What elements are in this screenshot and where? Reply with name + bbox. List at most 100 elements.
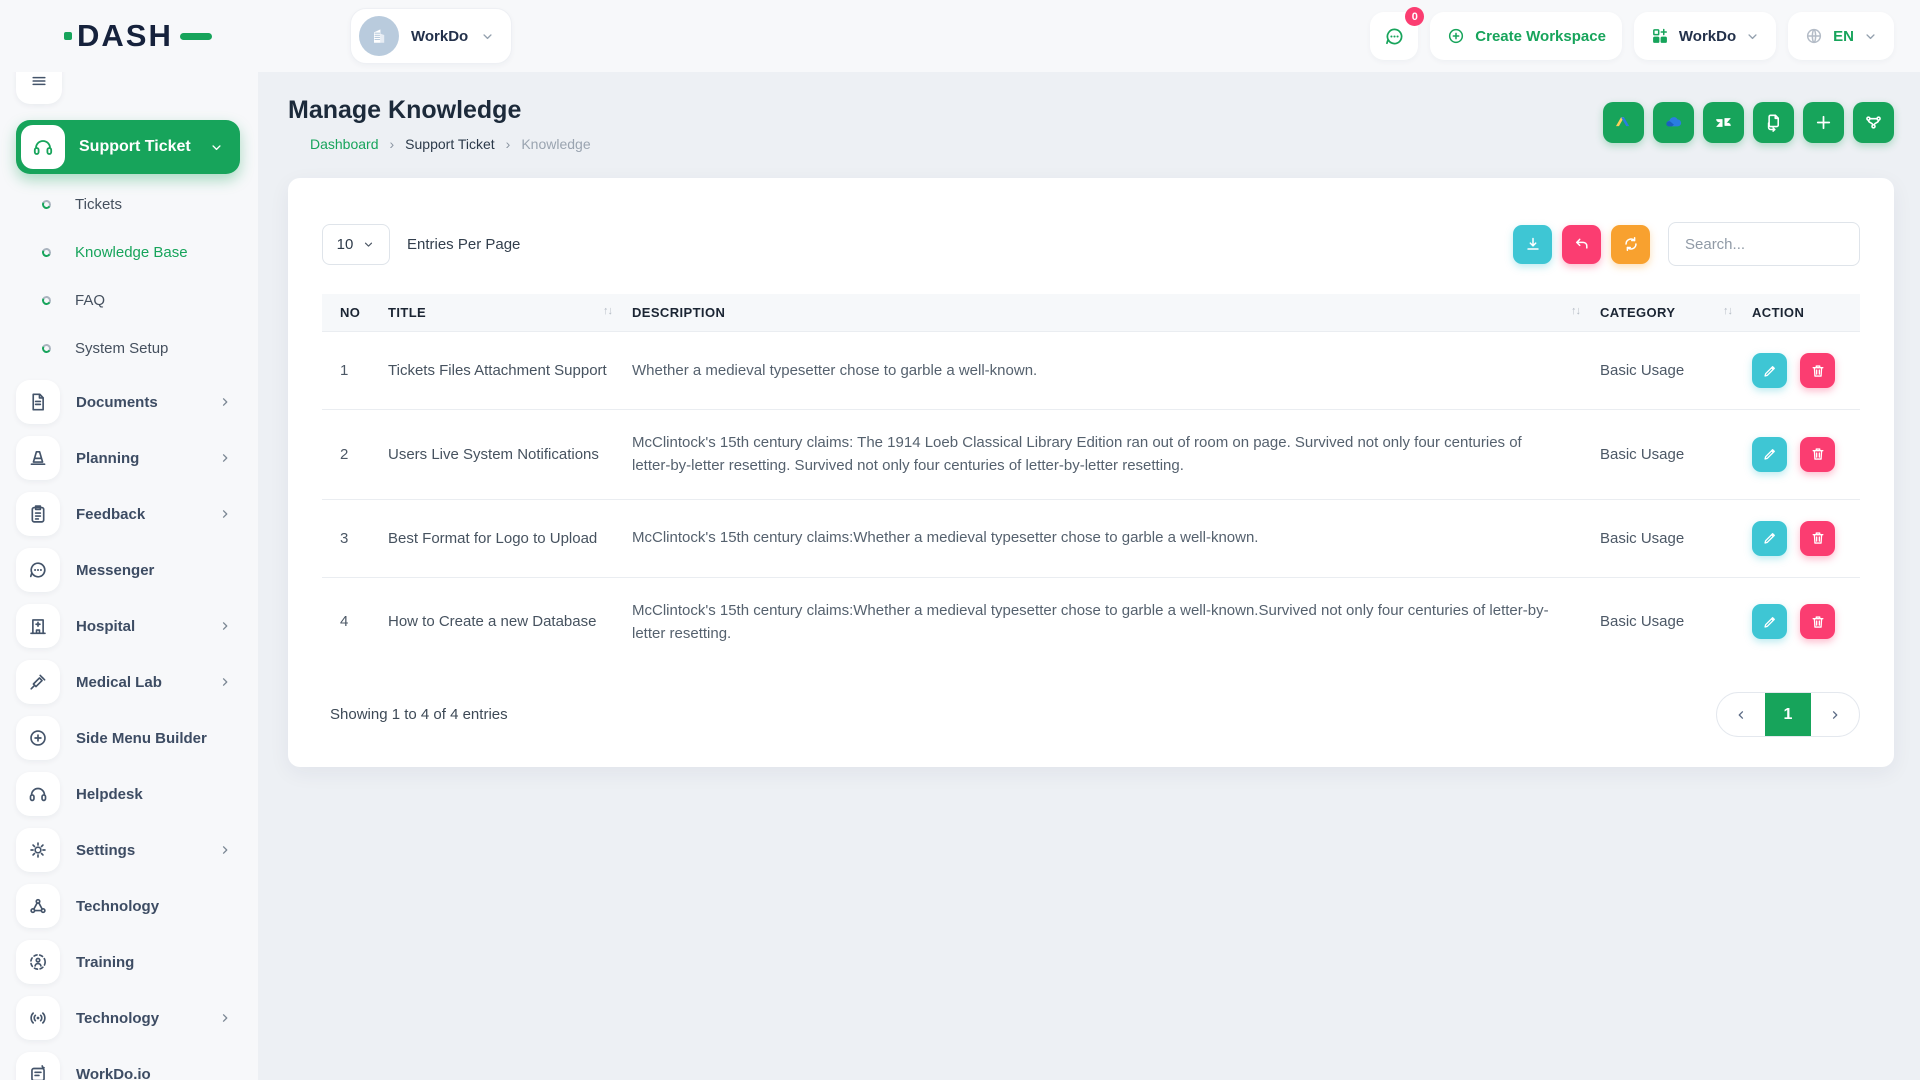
submenu-item[interactable]: Knowledge Base: [0, 228, 258, 276]
breadcrumb-item[interactable]: › Support Ticket: [379, 136, 495, 152]
messages-button[interactable]: 0: [1370, 12, 1418, 60]
entries-per-page-value: 10: [337, 236, 354, 253]
import-export-button[interactable]: [1753, 102, 1794, 143]
submenu-item-label: Tickets: [75, 196, 122, 213]
submenu-item[interactable]: Tickets: [0, 180, 258, 228]
sort-arrows-icon[interactable]: ↑↓: [1571, 305, 1580, 317]
table-row: 2 Users Live System Notifications McClin…: [322, 410, 1860, 500]
row-description: Whether a medieval typesetter chose to g…: [622, 332, 1590, 410]
submenu-item-label: Knowledge Base: [75, 244, 188, 261]
sidebar-item[interactable]: Documents: [0, 374, 258, 430]
row-category: Basic Usage: [1590, 499, 1742, 577]
previous-page-button[interactable]: [1717, 693, 1765, 736]
chevron-down-icon: [209, 140, 224, 155]
sidebar-item-label: Hospital: [76, 618, 218, 635]
add-knowledge-button[interactable]: [1803, 102, 1844, 143]
sidebar-item-label: WorkDo.io: [76, 1066, 218, 1080]
next-page-button[interactable]: [1811, 693, 1859, 736]
google-drive-button[interactable]: [1603, 102, 1644, 143]
table-body: 1 Tickets Files Attachment Support Wheth…: [322, 332, 1860, 667]
sidebar-item-label: Planning: [76, 450, 218, 467]
edit-button[interactable]: [1752, 604, 1787, 639]
page-number-button[interactable]: 1: [1765, 693, 1811, 736]
brand-logo: DASH: [64, 18, 254, 54]
breadcrumb-item[interactable]: › Knowledge: [495, 136, 591, 152]
sidebar-item-icon-tile: [16, 492, 60, 536]
sidebar-item[interactable]: Technology: [0, 990, 258, 1046]
cone-icon: [27, 447, 49, 469]
onedrive-button[interactable]: [1653, 102, 1694, 143]
knowledge-table-card: 10 Entries Per Page: [288, 178, 1894, 767]
sidebar-item[interactable]: Helpdesk: [0, 766, 258, 822]
sidebar-item[interactable]: Training: [0, 934, 258, 990]
logo-text: DASH: [77, 18, 173, 54]
create-workspace-button[interactable]: Create Workspace: [1430, 12, 1622, 60]
table-row: 4 How to Create a new Database McClintoc…: [322, 577, 1860, 666]
sidebar-item-icon-tile: [16, 716, 60, 760]
submenu-item[interactable]: FAQ: [0, 276, 258, 324]
language-selector[interactable]: EN: [1788, 12, 1894, 60]
logo-dash-bar: [180, 33, 212, 40]
workspace-switcher[interactable]: WorkDo: [350, 8, 512, 64]
app-menu-button[interactable]: WorkDo: [1634, 12, 1776, 60]
column-header[interactable]: CATEGORY ↑↓: [1590, 294, 1742, 332]
submenu-item-label: System Setup: [75, 340, 168, 357]
row-number: 3: [322, 499, 378, 577]
delete-button[interactable]: [1800, 604, 1835, 639]
sidebar-item-icon-tile: [16, 996, 60, 1040]
column-header[interactable]: ACTION: [1742, 294, 1860, 332]
submenu-item[interactable]: System Setup: [0, 324, 258, 372]
entries-summary: Showing 1 to 4 of 4 entries: [330, 706, 508, 723]
sidebar-item-label: Messenger: [76, 562, 218, 579]
column-header[interactable]: DESCRIPTION ↑↓: [622, 294, 1590, 332]
reset-button[interactable]: [1562, 225, 1601, 264]
delete-button[interactable]: [1800, 437, 1835, 472]
sidebar-item[interactable]: Settings: [0, 822, 258, 878]
zendesk-button[interactable]: [1703, 102, 1744, 143]
row-title: Tickets Files Attachment Support: [378, 332, 622, 410]
sidebar-item-label: Technology: [76, 898, 218, 915]
sidebar-item[interactable]: Feedback: [0, 486, 258, 542]
sidebar-item[interactable]: Side Menu Builder: [0, 710, 258, 766]
entries-per-page-select[interactable]: 10: [322, 224, 390, 265]
chevron-down-icon: [1863, 29, 1878, 44]
sidebar-collapse-button[interactable]: [16, 72, 62, 104]
sidebar-item[interactable]: Messenger: [0, 542, 258, 598]
sidebar-item-icon-tile: [16, 884, 60, 928]
sort-arrows-icon[interactable]: ↑↓: [1723, 305, 1732, 317]
chevron-right-icon: [218, 395, 232, 409]
row-description: McClintock's 15th century claims:Whether…: [622, 499, 1590, 577]
sidebar-item[interactable]: Technology: [0, 878, 258, 934]
bullet-icon: [41, 246, 52, 257]
column-header[interactable]: NO: [322, 294, 378, 332]
sort-arrows-icon[interactable]: ↑↓: [603, 305, 612, 317]
edit-button[interactable]: [1752, 353, 1787, 388]
delete-button[interactable]: [1800, 521, 1835, 556]
delete-button[interactable]: [1800, 353, 1835, 388]
search-input[interactable]: [1668, 222, 1860, 266]
document-icon: [27, 391, 49, 413]
chat-bubble-icon: [1383, 25, 1406, 48]
manage-category-button[interactable]: [1853, 102, 1894, 143]
top-bar: DASH WorkDo 0 Create Workspace WorkDo EN: [0, 0, 1920, 72]
sidebar-item[interactable]: Hospital: [0, 598, 258, 654]
row-category: Basic Usage: [1590, 577, 1742, 666]
sidebar-item-label: Helpdesk: [76, 786, 218, 803]
sidebar-item[interactable]: Planning: [0, 430, 258, 486]
plus-circle-icon: [27, 727, 49, 749]
building-icon: [367, 24, 391, 48]
pencil-icon: [1762, 614, 1778, 630]
table-row: 3 Best Format for Logo to Upload McClint…: [322, 499, 1860, 577]
breadcrumb-item[interactable]: Dashboard: [288, 136, 379, 152]
sidebar-item[interactable]: Medical Lab: [0, 654, 258, 710]
column-header[interactable]: TITLE ↑↓: [378, 294, 622, 332]
row-title: How to Create a new Database: [378, 577, 622, 666]
edit-button[interactable]: [1752, 521, 1787, 556]
sidebar-item-support-ticket[interactable]: Support Ticket: [16, 120, 240, 174]
export-button[interactable]: [1513, 225, 1552, 264]
workspace-avatar: [359, 16, 399, 56]
sidebar-item[interactable]: WorkDo.io: [0, 1046, 258, 1080]
refresh-button[interactable]: [1611, 225, 1650, 264]
share-nodes-icon: [27, 895, 49, 917]
edit-button[interactable]: [1752, 437, 1787, 472]
